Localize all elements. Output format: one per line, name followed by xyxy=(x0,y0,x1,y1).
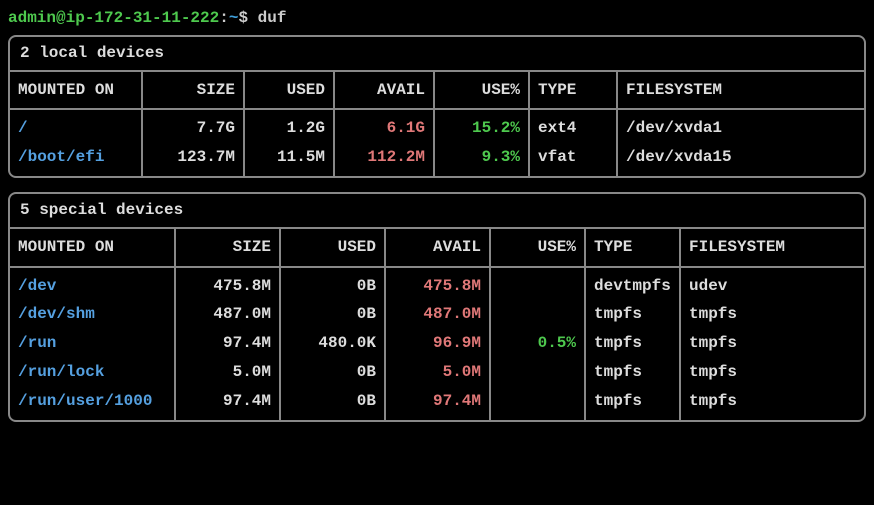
cell-avail: 97.4M xyxy=(385,387,490,420)
cell-type: ext4 xyxy=(529,109,617,143)
col-used: USED xyxy=(280,229,385,267)
cell-size: 5.0M xyxy=(175,358,280,387)
cell-mount: /dev/shm xyxy=(10,300,175,329)
cell-size: 123.7M xyxy=(142,143,244,176)
cell-use xyxy=(490,300,585,329)
cell-size: 97.4M xyxy=(175,387,280,420)
cell-type: devtmpfs xyxy=(585,267,680,301)
command: duf xyxy=(258,9,287,27)
cell-use xyxy=(490,267,585,301)
col-size: SIZE xyxy=(142,72,244,110)
cell-type: tmpfs xyxy=(585,358,680,387)
cell-avail: 96.9M xyxy=(385,329,490,358)
cell-mount: /boot/efi xyxy=(10,143,142,176)
panel-title: 2 local devices xyxy=(10,37,864,70)
cell-avail: 112.2M xyxy=(334,143,434,176)
cell-fs: /dev/xvda1 xyxy=(617,109,864,143)
cell-fs: tmpfs xyxy=(680,387,864,420)
col-avail: AVAIL xyxy=(334,72,434,110)
col-filesystem: FILESYSTEM xyxy=(617,72,864,110)
col-avail: AVAIL xyxy=(385,229,490,267)
cell-used: 0B xyxy=(280,300,385,329)
cell-used: 0B xyxy=(280,267,385,301)
cell-used: 480.0K xyxy=(280,329,385,358)
cell-used: 0B xyxy=(280,387,385,420)
col-filesystem: FILESYSTEM xyxy=(680,229,864,267)
local-devices-table: MOUNTED ON SIZE USED AVAIL USE% TYPE FIL… xyxy=(10,72,864,176)
table-row: /boot/efi 123.7M 11.5M 112.2M 9.3% vfat … xyxy=(10,143,864,176)
table-row: /run 97.4M 480.0K 96.9M 0.5% tmpfs tmpfs xyxy=(10,329,864,358)
cell-used: 1.2G xyxy=(244,109,334,143)
cell-use xyxy=(490,387,585,420)
cell-avail: 5.0M xyxy=(385,358,490,387)
table-row: /dev 475.8M 0B 475.8M devtmpfs udev xyxy=(10,267,864,301)
col-mounted-on: MOUNTED ON xyxy=(10,72,142,110)
col-type: TYPE xyxy=(585,229,680,267)
cell-type: tmpfs xyxy=(585,300,680,329)
table-row: /dev/shm 487.0M 0B 487.0M tmpfs tmpfs xyxy=(10,300,864,329)
cell-size: 475.8M xyxy=(175,267,280,301)
special-devices-table: MOUNTED ON SIZE USED AVAIL USE% TYPE FIL… xyxy=(10,229,864,420)
cell-type: vfat xyxy=(529,143,617,176)
cell-fs: tmpfs xyxy=(680,358,864,387)
cell-use xyxy=(490,358,585,387)
col-size: SIZE xyxy=(175,229,280,267)
cell-avail: 487.0M xyxy=(385,300,490,329)
local-devices-panel: 2 local devices MOUNTED ON SIZE USED AVA… xyxy=(8,35,866,178)
cell-fs: /dev/xvda15 xyxy=(617,143,864,176)
cell-use: 9.3% xyxy=(434,143,529,176)
cell-avail: 475.8M xyxy=(385,267,490,301)
cell-avail: 6.1G xyxy=(334,109,434,143)
prompt-colon: : xyxy=(219,9,229,27)
table-row: /run/user/1000 97.4M 0B 97.4M tmpfs tmpf… xyxy=(10,387,864,420)
cell-use: 15.2% xyxy=(434,109,529,143)
cell-size: 487.0M xyxy=(175,300,280,329)
col-used: USED xyxy=(244,72,334,110)
table-header-row: MOUNTED ON SIZE USED AVAIL USE% TYPE FIL… xyxy=(10,72,864,110)
cell-type: tmpfs xyxy=(585,387,680,420)
cell-fs: udev xyxy=(680,267,864,301)
cell-use: 0.5% xyxy=(490,329,585,358)
cell-mount: /run/lock xyxy=(10,358,175,387)
table-row: / 7.7G 1.2G 6.1G 15.2% ext4 /dev/xvda1 xyxy=(10,109,864,143)
cell-type: tmpfs xyxy=(585,329,680,358)
cell-mount: /run/user/1000 xyxy=(10,387,175,420)
cell-size: 97.4M xyxy=(175,329,280,358)
cell-used: 11.5M xyxy=(244,143,334,176)
col-mounted-on: MOUNTED ON xyxy=(10,229,175,267)
prompt-line: admin@ip-172-31-11-222:~$ duf xyxy=(8,8,866,29)
prompt-user-host: admin@ip-172-31-11-222 xyxy=(8,9,219,27)
prompt-path: ~ xyxy=(229,9,239,27)
prompt-dollar: $ xyxy=(238,9,248,27)
col-use-pct: USE% xyxy=(490,229,585,267)
special-devices-panel: 5 special devices MOUNTED ON SIZE USED A… xyxy=(8,192,866,422)
table-row: /run/lock 5.0M 0B 5.0M tmpfs tmpfs xyxy=(10,358,864,387)
table-header-row: MOUNTED ON SIZE USED AVAIL USE% TYPE FIL… xyxy=(10,229,864,267)
cell-fs: tmpfs xyxy=(680,329,864,358)
cell-fs: tmpfs xyxy=(680,300,864,329)
cell-size: 7.7G xyxy=(142,109,244,143)
cell-used: 0B xyxy=(280,358,385,387)
col-type: TYPE xyxy=(529,72,617,110)
panel-title: 5 special devices xyxy=(10,194,864,227)
cell-mount: /dev xyxy=(10,267,175,301)
cell-mount: / xyxy=(10,109,142,143)
cell-mount: /run xyxy=(10,329,175,358)
col-use-pct: USE% xyxy=(434,72,529,110)
